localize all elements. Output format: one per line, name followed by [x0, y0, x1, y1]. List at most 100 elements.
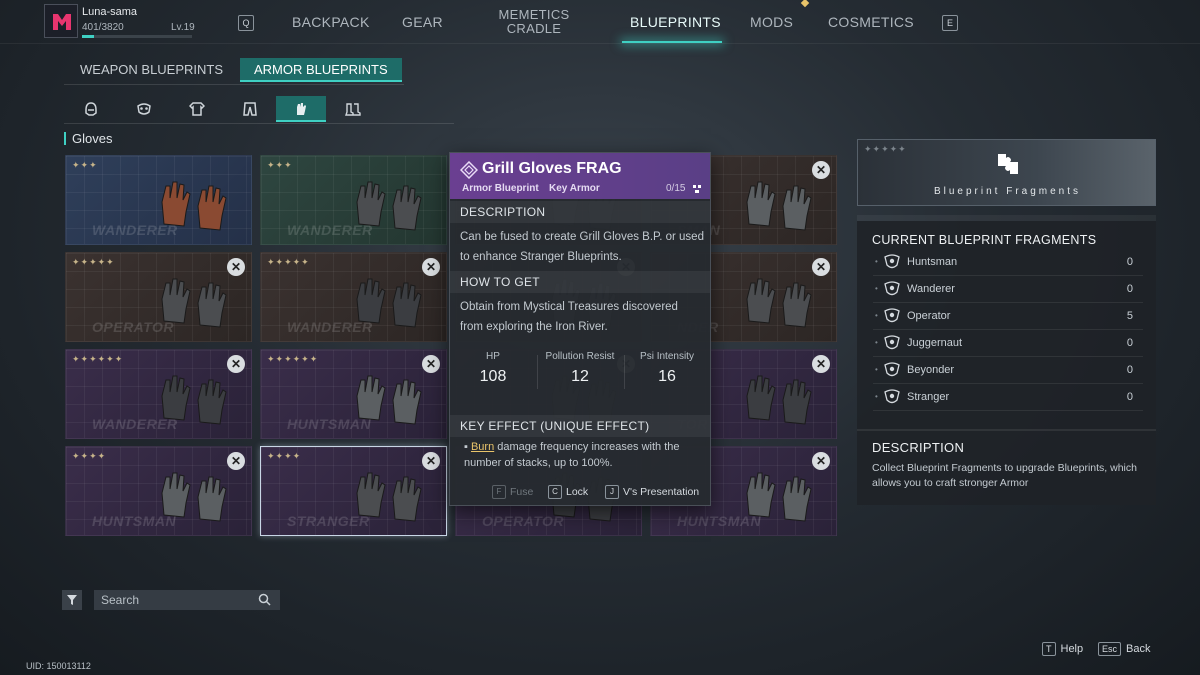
subtab-armor-blueprints[interactable]: ARMOR BLUEPRINTS [240, 58, 402, 82]
class-emblem-icon [884, 281, 900, 296]
filter-icon [67, 595, 77, 605]
category-boots[interactable] [328, 96, 378, 122]
description-text: Can be fused to create Grill Gloves B.P.… [460, 231, 704, 263]
card-class-watermark: STRANGER [287, 513, 370, 529]
next-tab-key[interactable]: E [942, 15, 958, 31]
lock-label: Lock [566, 485, 589, 498]
category-chest[interactable] [172, 96, 222, 122]
fragment-row[interactable]: • Operator 5 [873, 304, 1143, 330]
prev-tab-key[interactable]: Q [238, 15, 254, 31]
search-icon[interactable] [258, 593, 271, 606]
fragment-count: 5 [1126, 310, 1133, 322]
fragment-badge-icon[interactable]: ✕ [227, 355, 245, 373]
help-action[interactable]: T Help [1042, 642, 1083, 656]
category-gloves[interactable] [276, 96, 326, 122]
fragment-count: 0 [1126, 283, 1133, 295]
panel-description-title: DESCRIPTION [872, 440, 965, 455]
fragment-count: 0 [1126, 364, 1133, 376]
player-name: Luna-sama [82, 6, 138, 18]
blueprint-card[interactable]: ✦✦✦✦✦ OPERATOR ✕ [65, 252, 252, 342]
fragment-badge-icon[interactable]: ✕ [812, 452, 830, 470]
fragment-badge-icon[interactable]: ✕ [812, 355, 830, 373]
category-mask[interactable] [119, 96, 169, 122]
tooltip-count: 0/15 [666, 183, 686, 194]
fragment-badge-icon[interactable]: ✕ [422, 355, 440, 373]
card-class-watermark: OPERATOR [92, 319, 175, 335]
tab-backpack[interactable]: BACKPACK [292, 14, 370, 30]
active-tab-indicator [622, 41, 722, 43]
card-class-watermark: WANDERER [92, 222, 178, 238]
bullet: • [875, 338, 878, 347]
blueprint-card[interactable]: ✦✦✦✦✦✦ WANDERER ✕ [65, 349, 252, 439]
card-class-watermark: HUNTSMAN [287, 416, 372, 432]
tooltip-header: Grill Gloves FRAG Armor Blueprint Key Ar… [450, 153, 710, 199]
fragment-row[interactable]: • Wanderer 0 [873, 277, 1143, 303]
fragment-badge-icon[interactable]: ✕ [812, 258, 830, 276]
tooltip-type: Armor Blueprint [462, 183, 539, 194]
gloves-icon [297, 103, 306, 115]
bullet: • [875, 257, 878, 266]
category-divider [64, 123, 454, 124]
fragment-badge-icon[interactable]: ✕ [812, 161, 830, 179]
user-id: UID: 150013112 [26, 661, 91, 671]
tab-memetics-cradle[interactable]: MEMETICS CRADLE [496, 8, 572, 36]
category-helmet[interactable] [66, 96, 116, 122]
notification-dot [800, 0, 810, 8]
fragment-badge-icon[interactable]: ✕ [422, 452, 440, 470]
lock-action[interactable]: C Lock [548, 485, 588, 499]
banner-label: Blueprint Fragments [933, 186, 1082, 197]
category-pants[interactable] [225, 96, 275, 122]
fragment-badge-icon[interactable]: ✕ [227, 258, 245, 276]
filter-button[interactable] [62, 590, 82, 610]
fragment-badge-icon[interactable]: ✕ [422, 258, 440, 276]
class-emblem-icon [884, 389, 900, 404]
search-box [94, 590, 280, 610]
rarity-stars: ✦✦✦✦✦ [267, 257, 310, 267]
rarity-stars: ✦✦✦ [72, 160, 98, 170]
fuse-action[interactable]: F Fuse [492, 485, 533, 499]
blueprint-diamond-icon [460, 161, 478, 179]
fragment-name: Wanderer [907, 283, 955, 295]
blueprint-card[interactable]: ✦✦✦✦✦ WANDERER ✕ [260, 252, 447, 342]
tab-blueprints[interactable]: BLUEPRINTS [630, 14, 721, 30]
boots-icon [345, 103, 361, 116]
fragment-badge-icon[interactable]: ✕ [227, 452, 245, 470]
fragment-row[interactable]: • Beyonder 0 [873, 358, 1143, 384]
tab-memetics-line1: MEMETICS [498, 7, 570, 22]
blueprint-fragments-banner[interactable]: ✦✦✦✦✦ Blueprint Fragments [857, 139, 1156, 206]
blueprint-card[interactable]: ✦✦✦✦✦✦ HUNTSMAN ✕ [260, 349, 447, 439]
help-key: T [1042, 642, 1056, 656]
tab-mods[interactable]: MODS [750, 14, 793, 30]
item-tooltip: Grill Gloves FRAG Armor Blueprint Key Ar… [449, 152, 711, 506]
player-profile[interactable]: Luna-sama 401/3820 Lv.19 [44, 4, 244, 40]
back-key: Esc [1098, 642, 1122, 656]
player-level: Lv.19 [171, 22, 195, 33]
blueprint-card[interactable]: ✦✦✦✦ STRANGER ✕ [260, 446, 447, 536]
fragment-row[interactable]: • Stranger 0 [873, 385, 1143, 411]
fragment-row[interactable]: • Huntsman 0 [873, 250, 1143, 276]
tab-gear[interactable]: GEAR [402, 14, 443, 30]
bullet: • [875, 284, 878, 293]
tooltip-title: Grill Gloves FRAG [482, 160, 622, 177]
class-emblem-icon [884, 308, 900, 323]
burn-link[interactable]: Burn [471, 441, 494, 453]
puzzle-piece-icon [998, 154, 1018, 174]
rarity-stars: ✦✦✦ [267, 160, 293, 170]
blueprint-card[interactable]: ✦✦✦ WANDERER [65, 155, 252, 245]
pants-icon [243, 102, 257, 116]
back-action[interactable]: Esc Back [1098, 642, 1150, 656]
panel-description-text: Collect Blueprint Fragments to upgrade B… [872, 462, 1137, 489]
tab-cosmetics[interactable]: COSMETICS [828, 14, 914, 30]
tooltip-actions: F Fuse C Lock J V's Presentation [450, 483, 710, 503]
presentation-action[interactable]: J V's Presentation [605, 485, 699, 499]
blueprint-card[interactable]: ✦✦✦✦ HUNTSMAN ✕ [65, 446, 252, 536]
blueprint-card[interactable]: ✦✦✦ WANDERER [260, 155, 447, 245]
search-input[interactable] [94, 590, 254, 610]
game-logo-icon [53, 14, 71, 30]
how-to-get-text: Obtain from Mystical Treasures discovere… [460, 301, 678, 333]
description-header: DESCRIPTION [450, 201, 710, 223]
subtab-weapon-blueprints[interactable]: WEAPON BLUEPRINTS [66, 58, 237, 82]
fuse-label: Fuse [510, 485, 534, 498]
bullet: • [875, 392, 878, 401]
fragment-row[interactable]: • Juggernaut 0 [873, 331, 1143, 357]
